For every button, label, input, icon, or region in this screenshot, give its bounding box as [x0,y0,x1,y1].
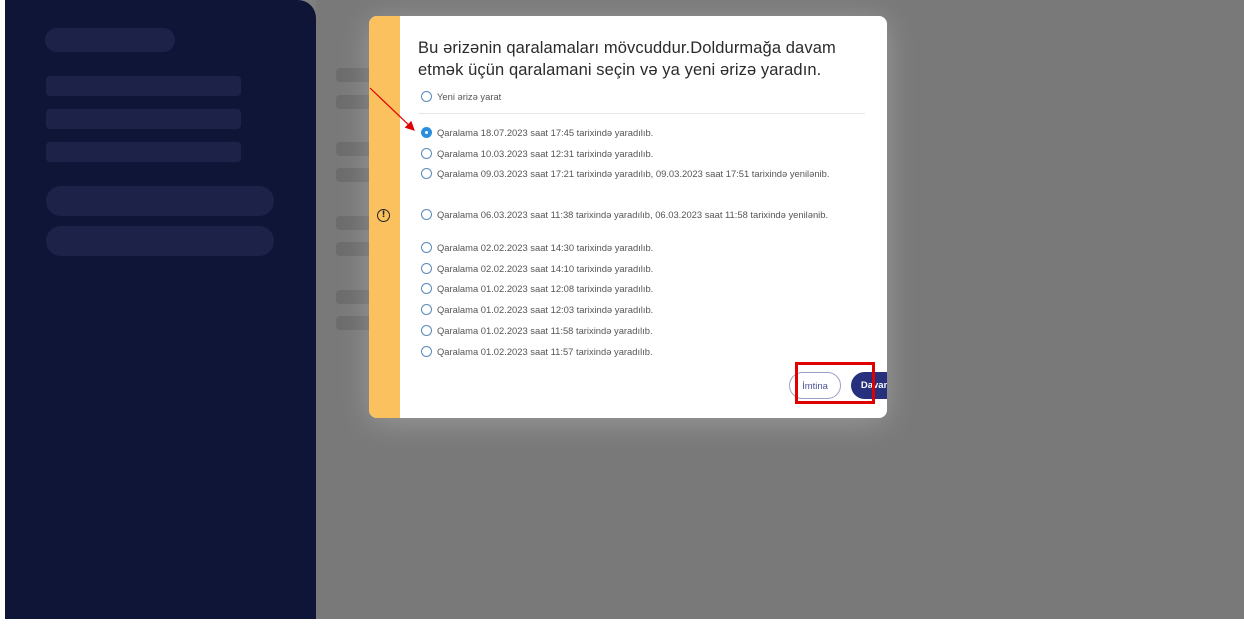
annotation-arrow [369,87,415,131]
